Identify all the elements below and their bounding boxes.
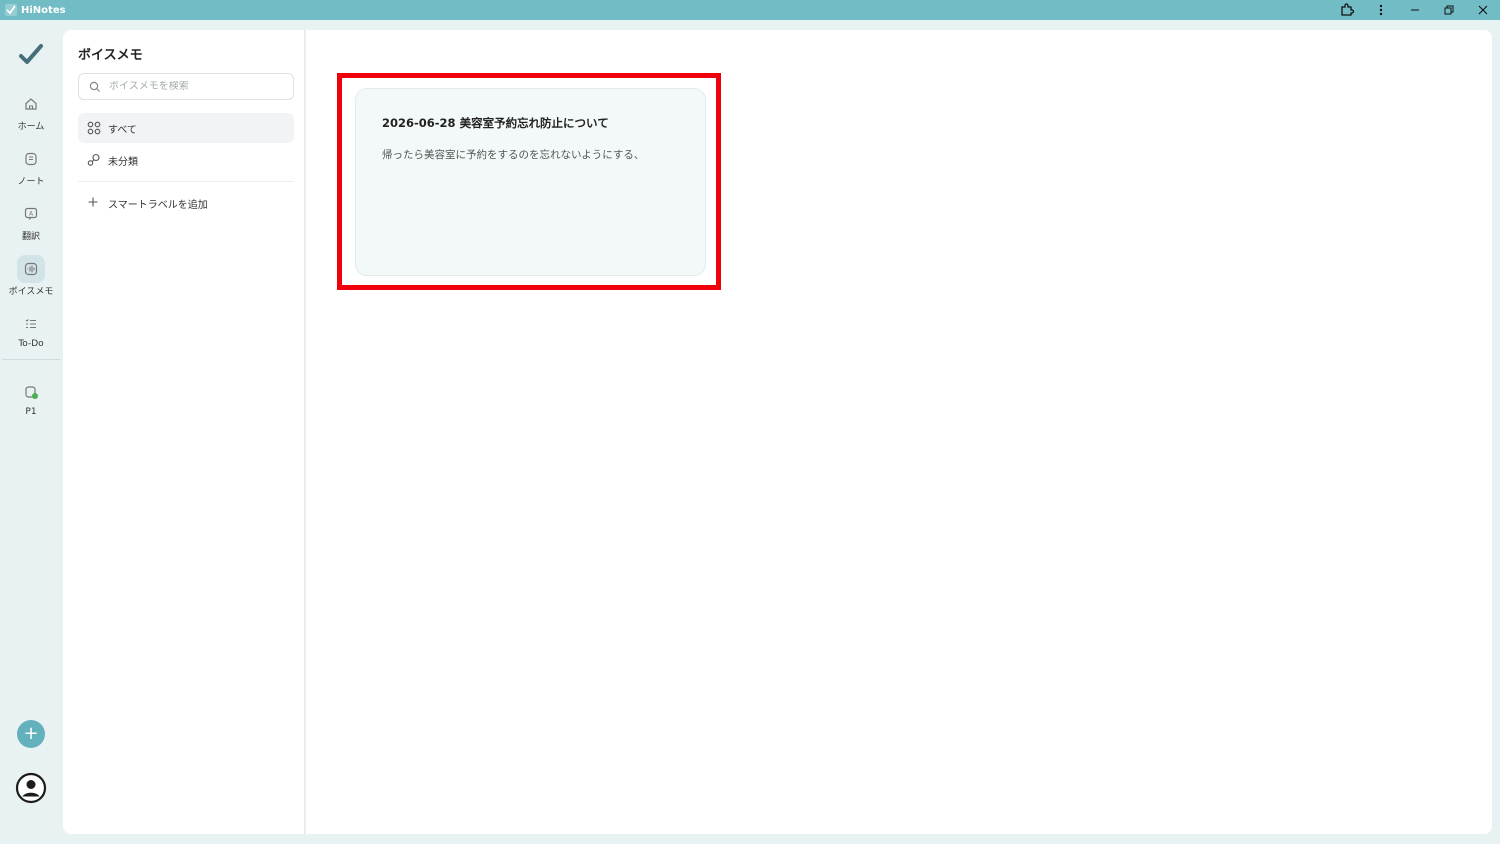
todo-list-icon xyxy=(17,310,45,338)
memo-card[interactable]: 2026-06-28 美容室予約忘れ防止について 帰ったら美容室に予約をするのを… xyxy=(355,88,706,276)
close-icon[interactable] xyxy=(1466,0,1500,20)
plus-icon xyxy=(88,195,100,211)
category-all[interactable]: すべて xyxy=(78,113,294,143)
search-input[interactable] xyxy=(109,81,279,92)
rail-item-label: 翻訳 xyxy=(21,232,40,242)
app-title: HiNotes xyxy=(21,4,66,16)
add-button[interactable]: + xyxy=(17,720,45,748)
rail-item-translate[interactable]: A 翻訳 xyxy=(0,200,62,250)
category-label: 未分類 xyxy=(108,156,138,168)
minimize-icon[interactable] xyxy=(1398,0,1432,20)
panel-title: ボイスメモ xyxy=(78,48,143,63)
category-panel: ボイスメモ すべて 未分類 スマートラベルを追加 xyxy=(63,30,305,834)
extension-icon[interactable] xyxy=(1330,0,1364,20)
restore-icon[interactable] xyxy=(1432,0,1466,20)
rail-item-notes[interactable]: ノート xyxy=(0,145,62,195)
search-box[interactable] xyxy=(78,73,294,100)
memo-title: 2026-06-28 美容室予約忘れ防止について xyxy=(382,116,609,130)
brand-logo-icon xyxy=(19,44,43,64)
rail-item-label: To-Do xyxy=(18,339,44,349)
note-icon xyxy=(17,145,45,173)
unclassified-icon xyxy=(87,153,100,166)
svg-text:A: A xyxy=(29,211,34,218)
category-label: すべて xyxy=(108,124,137,136)
translate-icon: A xyxy=(17,200,45,228)
voice-memo-icon xyxy=(17,255,45,283)
panel-divider xyxy=(78,181,294,182)
device-label: P1 xyxy=(25,407,37,417)
rail-item-device[interactable]: P1 xyxy=(0,378,62,428)
category-unclassified[interactable]: 未分類 xyxy=(78,145,294,175)
rail-item-todo[interactable]: To-Do xyxy=(0,310,62,360)
left-rail: ホーム ノート A 翻訳 ボイスメモ To-Do P1 + xyxy=(0,20,62,844)
search-icon xyxy=(89,81,100,92)
memo-list-area: 2026-06-28 美容室予約忘れ防止について 帰ったら美容室に予約をするのを… xyxy=(306,30,1492,834)
title-bar: HiNotes xyxy=(0,0,1500,20)
rail-item-voice-memo[interactable]: ボイスメモ xyxy=(0,255,62,305)
rail-divider xyxy=(2,359,60,360)
grid-icon xyxy=(87,121,101,135)
rail-item-label: ボイスメモ xyxy=(8,287,54,297)
avatar[interactable] xyxy=(15,772,47,804)
home-icon xyxy=(17,90,45,118)
app-logo-icon xyxy=(5,4,17,16)
add-smart-label-text: スマートラベルを追加 xyxy=(108,199,208,211)
rail-item-label: ホーム xyxy=(17,122,45,132)
more-menu-icon[interactable] xyxy=(1364,0,1398,20)
memo-body: 帰ったら美容室に予約をするのを忘れないようにする、 xyxy=(382,149,645,161)
rail-item-home[interactable]: ホーム xyxy=(0,90,62,140)
device-icon xyxy=(17,378,45,406)
add-smart-label-button[interactable]: スマートラベルを追加 xyxy=(78,190,208,216)
rail-item-label: ノート xyxy=(17,177,45,187)
window-controls xyxy=(1330,0,1500,20)
